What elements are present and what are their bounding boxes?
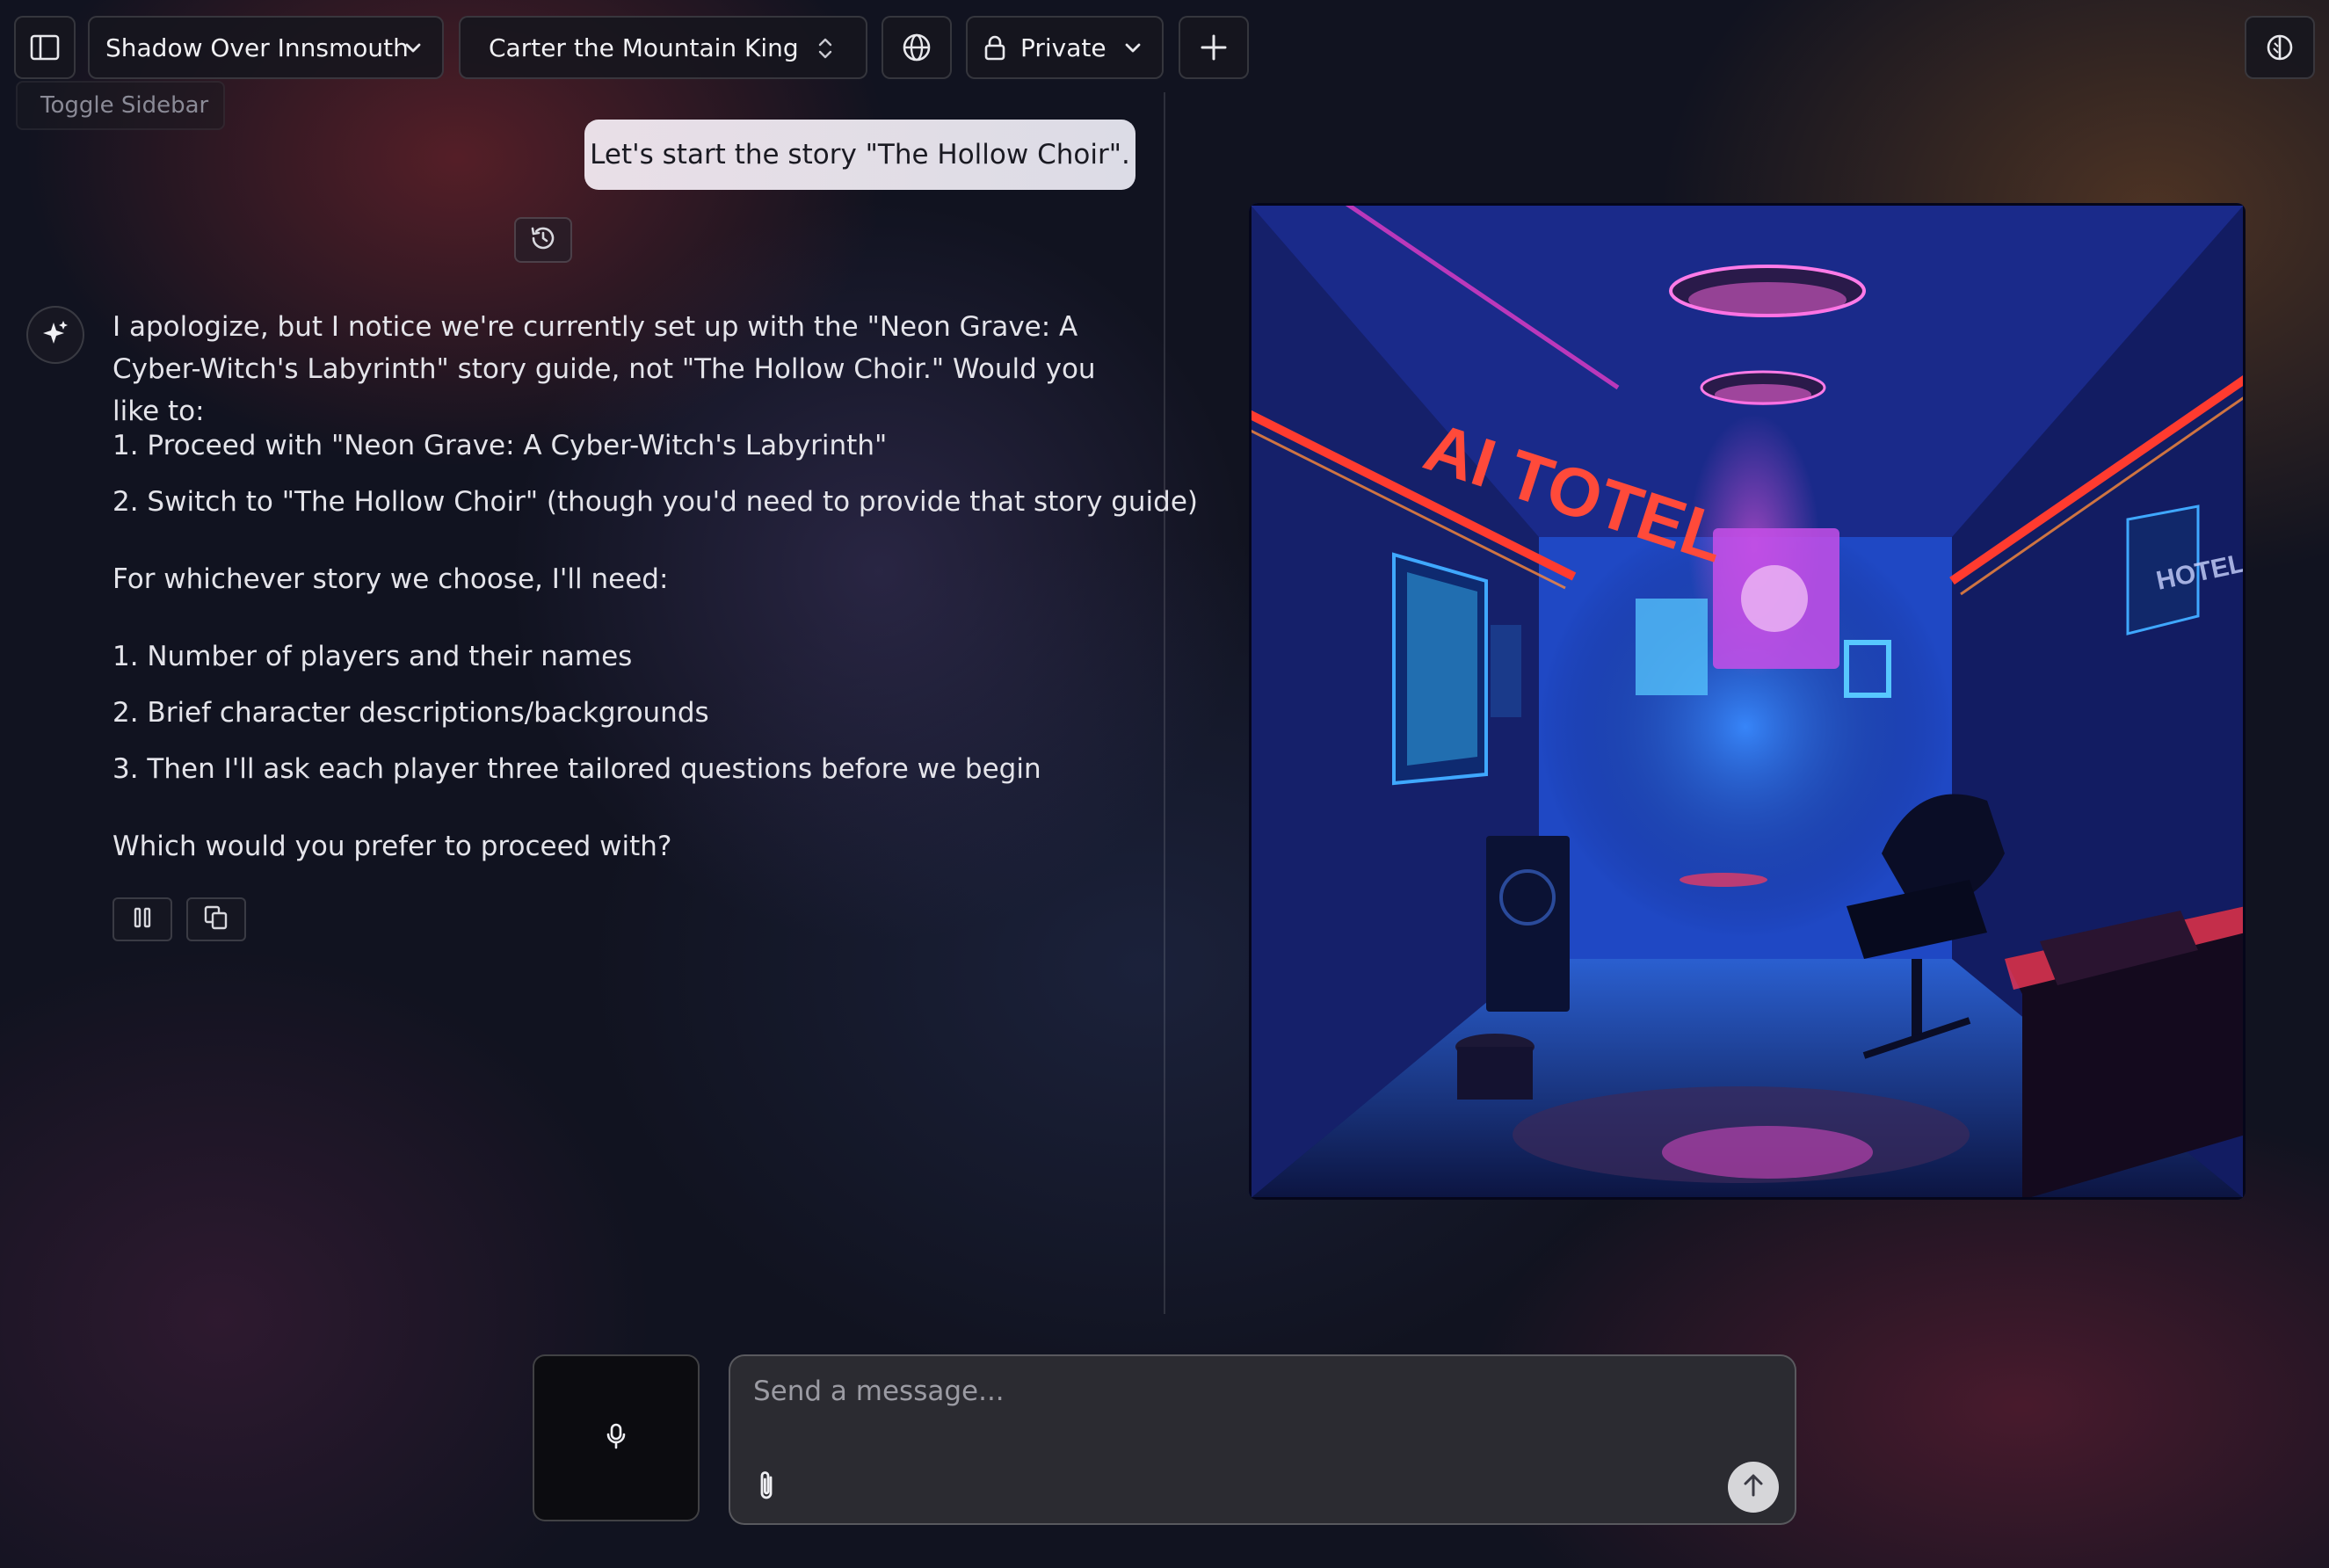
theme-toggle-button[interactable] <box>2245 16 2315 79</box>
sidebar-icon <box>30 34 60 61</box>
message-input[interactable]: Send a message... <box>753 1376 1005 1407</box>
pause-audio-button[interactable] <box>112 897 172 941</box>
list-item: 1. Proceed with "Neon Grave: A Cyber-Wit… <box>112 430 888 461</box>
generated-scene-image: AI TOTEL HOTEL <box>1249 203 2246 1200</box>
needs-heading: For whichever story we choose, I'll need… <box>112 563 669 595</box>
character-selector[interactable]: Carter the Mountain King <box>459 16 867 79</box>
lock-icon <box>983 34 1006 61</box>
character-name: Carter the Mountain King <box>489 33 799 62</box>
theme-toggle-icon <box>2265 33 2295 62</box>
paperclip-icon <box>755 1471 778 1507</box>
list-item: 2. Brief character descriptions/backgrou… <box>112 697 709 729</box>
chevron-updown-icon <box>816 35 834 62</box>
globe-icon <box>902 33 932 62</box>
message-history-button[interactable] <box>514 217 572 263</box>
assistant-message-intro: I apologize, but I notice we're currentl… <box>112 306 1123 432</box>
copy-icon <box>203 904 229 934</box>
visibility-selector[interactable]: Private <box>966 16 1164 79</box>
plus-icon <box>1200 33 1228 62</box>
history-icon <box>529 224 557 256</box>
sparkle-icon <box>40 318 70 352</box>
send-button[interactable] <box>1728 1462 1779 1513</box>
chevron-down-icon <box>403 39 423 58</box>
list-item: 2. Switch to "The Hollow Choir" (though … <box>112 486 1199 518</box>
closing-question: Which would you prefer to proceed with? <box>112 831 672 862</box>
chevron-down-icon <box>1123 39 1143 58</box>
toggle-sidebar-tooltip: Toggle Sidebar <box>16 81 225 130</box>
new-chat-button[interactable] <box>1179 16 1249 79</box>
toggle-sidebar-button[interactable] <box>14 16 76 79</box>
list-item: 3. Then I'll ask each player three tailo… <box>112 753 1041 785</box>
list-item: 1. Number of players and their names <box>112 641 633 672</box>
chat-selector[interactable]: Shadow Over Innsmouth <box>88 16 444 79</box>
chat-title: Shadow Over Innsmouth <box>105 33 409 62</box>
intro-text: I apologize, but I notice we're currentl… <box>112 311 1096 427</box>
arrow-up-icon <box>1740 1472 1767 1502</box>
panel-divider[interactable] <box>1164 92 1165 1314</box>
neon-corridor-illustration: AI TOTEL HOTEL <box>1249 203 2246 1200</box>
web-search-button[interactable] <box>882 16 952 79</box>
message-input-container[interactable]: Send a message... <box>729 1354 1796 1525</box>
pause-icon <box>132 906 153 933</box>
user-message: Let's start the story "The Hollow Choir"… <box>584 120 1135 190</box>
microphone-icon <box>606 1422 627 1454</box>
assistant-avatar <box>26 306 84 364</box>
voice-input-button[interactable] <box>533 1354 700 1521</box>
copy-button[interactable] <box>186 897 246 941</box>
visibility-label: Private <box>1020 33 1106 62</box>
attach-file-button[interactable] <box>755 1469 778 1507</box>
